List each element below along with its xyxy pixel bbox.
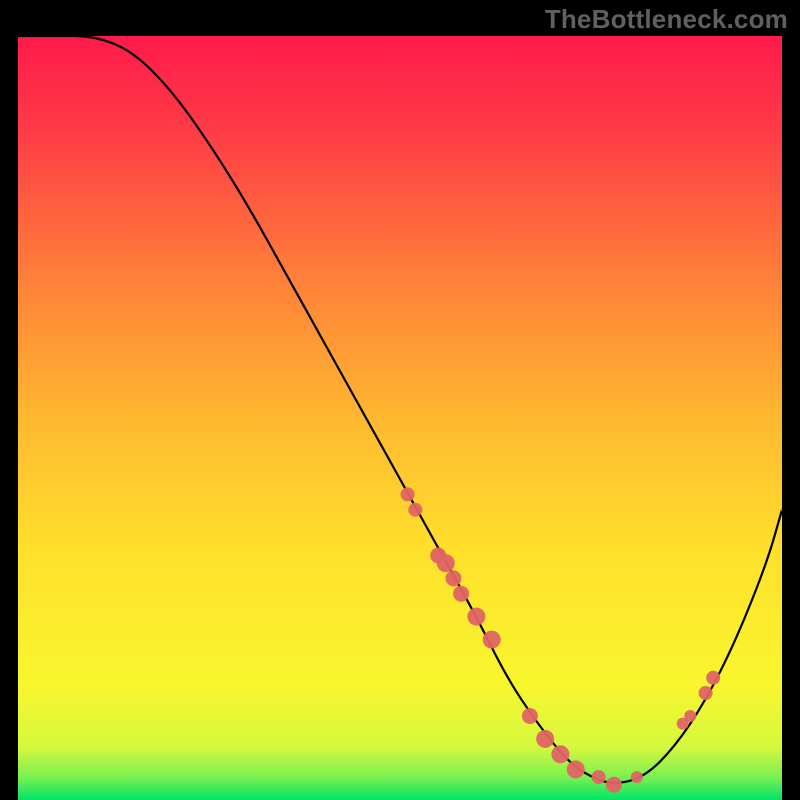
data-point	[699, 686, 713, 700]
gradient-background	[18, 36, 782, 800]
data-point	[408, 503, 422, 517]
data-point	[606, 777, 622, 793]
data-point	[446, 570, 462, 586]
watermark-text: TheBottleneck.com	[545, 4, 788, 35]
data-point	[536, 730, 554, 748]
data-point	[684, 710, 696, 722]
data-point	[706, 671, 720, 685]
data-point	[592, 770, 606, 784]
data-point	[522, 708, 538, 724]
data-point	[453, 586, 469, 602]
data-point	[483, 631, 501, 649]
data-point	[467, 608, 485, 626]
data-point	[401, 487, 415, 501]
data-point	[567, 760, 585, 778]
chart-container: TheBottleneck.com	[0, 0, 800, 800]
data-point	[631, 771, 643, 783]
bottleneck-chart	[18, 36, 782, 800]
data-point	[551, 745, 569, 763]
data-point	[437, 554, 455, 572]
